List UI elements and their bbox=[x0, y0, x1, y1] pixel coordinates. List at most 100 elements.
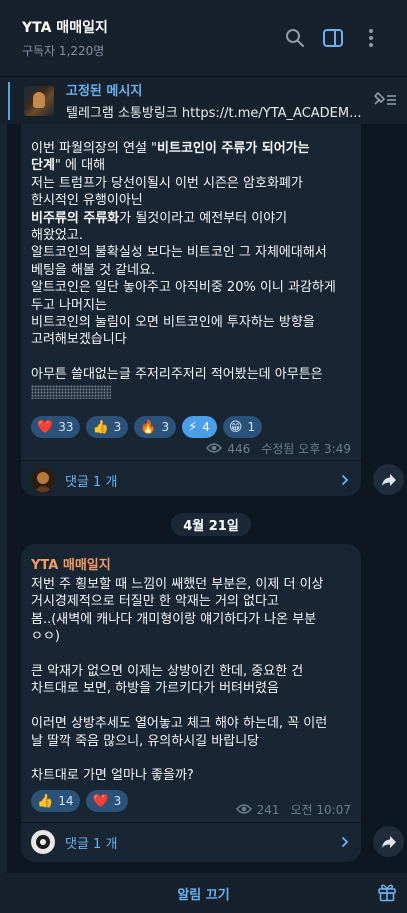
message-line: 아무튼 쓸대없는글 주저리주저리 적어봤는데 아무튼은 bbox=[31, 366, 351, 383]
message-line bbox=[31, 698, 351, 715]
message-line: 비주류의 주류화가 될것이라고 예전부터 이야기 bbox=[31, 210, 351, 227]
text-run: 저는 트럼프가 당선이될시 이번 시즌은 암호화폐가 bbox=[31, 175, 303, 191]
reaction-emoji: 🔥 bbox=[140, 419, 157, 435]
reaction-emoji: 👍 bbox=[37, 793, 54, 809]
pinned-title: 고정된 메시지 bbox=[66, 84, 143, 99]
view-count: 241 bbox=[256, 802, 280, 817]
message-line: 베팅을 해볼 것 같네요. bbox=[31, 262, 351, 279]
bold-text: 비주류의 주류화 bbox=[31, 210, 120, 226]
commenter-avatar bbox=[31, 830, 55, 854]
text-run: 아무튼 쓸대없는글 주저리주저리 적어봤는데 아무튼은 bbox=[31, 367, 323, 383]
mute-button[interactable]: 알림 끄기 bbox=[177, 884, 229, 903]
message-time: 오전 10:07 bbox=[290, 803, 351, 817]
channel-post[interactable]: YTA 매매일지 저번 주 횡보할 때 느낌이 쌔했던 부분은, 이제 더 이상… bbox=[21, 544, 361, 862]
reaction-count: 4 bbox=[202, 420, 210, 434]
channel-info[interactable]: YTA 매매일지 구독자 1,220명 bbox=[22, 17, 271, 59]
comments-button[interactable]: 댓글 1 개 bbox=[21, 460, 361, 500]
reaction-emoji: ⚡ bbox=[188, 419, 198, 435]
message-line: 고려해보겠습니다 bbox=[31, 331, 351, 348]
message-line: 거시경제적으로 터질만 한 악재는 거의 없다고 bbox=[31, 594, 279, 610]
message-line: 이번 파월의장의 연설 "비트코인이 주류가 되어가는 bbox=[31, 140, 351, 157]
text-run: 두고 나머지는 bbox=[31, 297, 107, 313]
reaction-button[interactable]: 😁 1 bbox=[222, 416, 263, 438]
message-line: 저번 주 횡보할 때 느낌이 쌔했던 부분은, 이제 더 이상 bbox=[31, 577, 324, 592]
spoiler-text[interactable] bbox=[31, 385, 111, 400]
subscriber-count: 구독자 1,220명 bbox=[22, 44, 105, 58]
message-meta: 241 오전 10:07 bbox=[235, 801, 351, 818]
left-edge bbox=[0, 124, 7, 873]
bold-text: 단계 bbox=[31, 158, 55, 174]
reaction-count: 3 bbox=[113, 420, 122, 434]
message-line: 단계" 에 대해 bbox=[31, 157, 351, 174]
text-run: 고려해보겠습니다 bbox=[31, 332, 127, 348]
text-run: 비트코인의 눌림이 오면 비트코인에 투자하는 방향을 bbox=[31, 315, 315, 331]
bold-text: 비트코인이 주류가 되어가는 bbox=[157, 141, 310, 156]
sidebar-toggle-icon[interactable] bbox=[319, 24, 347, 52]
channel-header: YTA 매매일지 구독자 1,220명 bbox=[0, 0, 407, 76]
comments-label: 댓글 1 개 bbox=[65, 474, 118, 490]
message-line: 큰 악재가 없으면 이제는 상방이긴 한데, 중요한 건 bbox=[31, 664, 304, 680]
message-line: ㅇㅇ) bbox=[31, 629, 60, 645]
message-line: 이러면 상방추세도 열어놓고 체크 해야 하는데, 꼭 이런 bbox=[31, 716, 328, 732]
more-options-icon[interactable] bbox=[357, 24, 385, 52]
message-line: 봄..(새벽에 캐나다 개미형이랑 얘기하다가 나온 부분 bbox=[31, 611, 317, 627]
reaction-button[interactable]: ❤️ 33 bbox=[31, 416, 81, 438]
reaction-button[interactable]: 🔥 3 bbox=[134, 416, 177, 438]
chevron-right-icon bbox=[341, 471, 349, 490]
text-run: 알트코인의 불확실성 보다는 비트코인 그 자체에대해서 bbox=[31, 245, 327, 261]
message-line bbox=[31, 384, 351, 401]
pinned-thumbnail bbox=[24, 85, 54, 116]
reaction-button[interactable]: 👍 14 bbox=[31, 790, 81, 812]
message-line: 해왔었고. bbox=[31, 227, 351, 244]
channel-title: YTA 매매일지 bbox=[22, 20, 108, 36]
reaction-emoji: 👍 bbox=[92, 419, 109, 435]
message-line: 날 딸깍 죽음 많으니, 유의하시길 바랍니당 bbox=[31, 733, 260, 749]
search-icon[interactable] bbox=[281, 24, 309, 52]
pinned-message-bar[interactable]: 고정된 메시지 텔레그램 소통방링크 https://t.me/YTA_ACAD… bbox=[0, 76, 407, 124]
date-separator: 4월 21일 bbox=[171, 513, 251, 536]
view-count: 446 bbox=[227, 441, 251, 456]
message-line: 차트대로 보면, 하방을 가르키다가 버텨버렸음 bbox=[31, 681, 279, 697]
share-icon bbox=[381, 473, 396, 486]
reaction-button[interactable]: ❤️ 3 bbox=[86, 790, 129, 812]
reactions-bar: 👍 14 ❤️ 3 bbox=[21, 790, 138, 812]
message-line bbox=[31, 750, 351, 767]
reaction-button[interactable]: ⚡ 4 bbox=[182, 416, 217, 438]
reaction-button[interactable]: 👍 3 bbox=[86, 416, 129, 438]
message-line bbox=[31, 646, 351, 663]
reaction-emoji: ❤️ bbox=[37, 419, 54, 435]
reaction-count: 3 bbox=[161, 420, 170, 434]
edited-time: 수정됨 오후 3:49 bbox=[261, 442, 351, 456]
message-line: 알트코인은 일단 놓아주고 아직비중 20% 이니 과감하게 bbox=[31, 279, 351, 296]
reaction-count: 1 bbox=[247, 420, 256, 434]
message-line: 한시적인 유행이아닌 bbox=[31, 192, 351, 209]
share-button[interactable] bbox=[373, 464, 404, 495]
text-run: 알트코인은 일단 놓아주고 아직비중 20% 이니 과감하게 bbox=[31, 280, 336, 296]
bottom-bar: 알림 끄기 bbox=[0, 873, 407, 913]
text-run: 해왔었고. bbox=[31, 228, 83, 244]
pin-list-icon[interactable] bbox=[371, 90, 399, 112]
message-line bbox=[31, 349, 351, 366]
sender-name: YTA 매매일지 bbox=[31, 558, 111, 573]
chevron-right-icon bbox=[341, 833, 349, 852]
reactions-bar: ❤️ 33 👍 3 🔥 3 ⚡ 4 😁 1 bbox=[21, 416, 272, 438]
message-line: 차트대로 가면 얼마나 좋을까? bbox=[31, 768, 194, 784]
message-line: 저는 트럼프가 당선이될시 이번 시즌은 암호화폐가 bbox=[31, 175, 351, 192]
pinned-indicator bbox=[8, 81, 10, 120]
text-run: " 에 대해 bbox=[54, 158, 106, 174]
gift-icon[interactable] bbox=[377, 882, 397, 906]
share-button[interactable] bbox=[373, 826, 404, 857]
reaction-emoji: 😁 bbox=[228, 419, 243, 435]
comments-button[interactable]: 댓글 1 개 bbox=[21, 822, 361, 862]
text-run: 가 될것이라고 예전부터 이야기 bbox=[119, 210, 288, 226]
comments-label: 댓글 1 개 bbox=[65, 836, 118, 852]
share-icon bbox=[381, 835, 396, 848]
message-line: 비트코인의 눌림이 오면 비트코인에 투자하는 방향을 bbox=[31, 314, 351, 331]
pinned-text: 텔레그램 소통방링크 https://t.me/YTA_ACADEM... bbox=[66, 106, 362, 121]
message-line: 두고 나머지는 bbox=[31, 297, 351, 314]
message-meta: 446 수정됨 오후 3:49 bbox=[206, 440, 351, 457]
reaction-count: 14 bbox=[58, 794, 74, 808]
reaction-count: 3 bbox=[113, 794, 122, 808]
channel-post[interactable]: 이번 파월의장의 연설 "비트코인이 주류가 되어가는 단계" 에 대해 저는 트럼… bbox=[21, 124, 361, 496]
message-text: 이번 파월의장의 연설 "비트코인이 주류가 되어가는 단계" 에 대해 저는 트럼… bbox=[21, 124, 361, 401]
